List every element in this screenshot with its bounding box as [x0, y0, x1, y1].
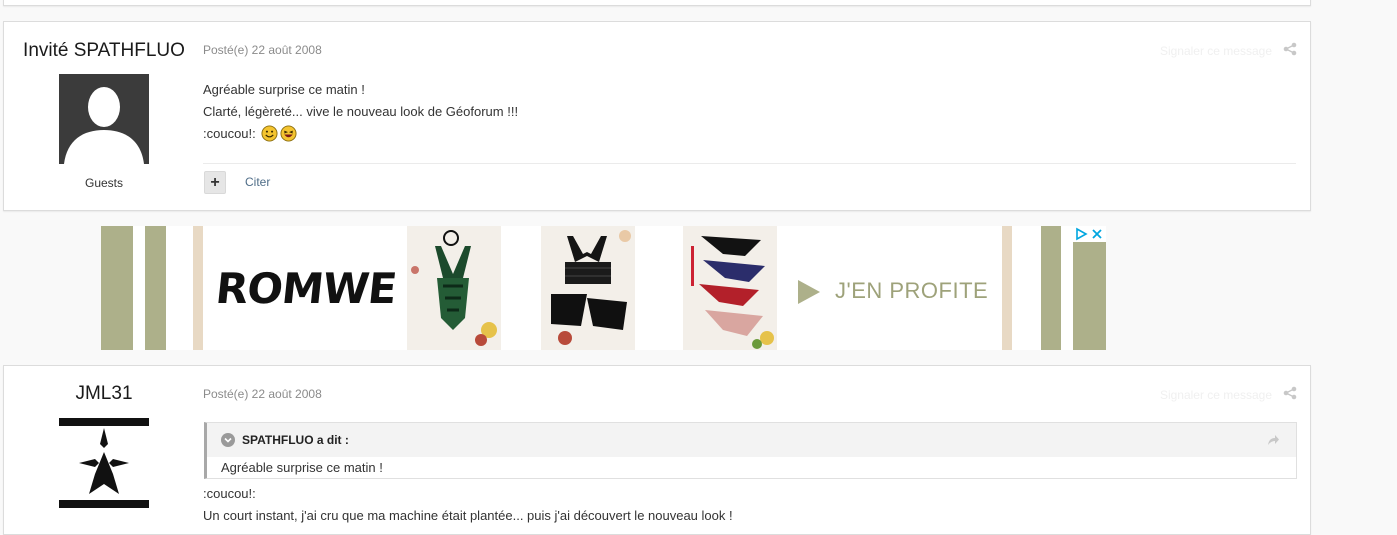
post-card: Invité SPATHFLUO Guests Posté(e) 22 août…: [3, 21, 1311, 211]
default-avatar-icon[interactable]: [59, 74, 149, 164]
quote-text: Agréable surprise ce matin !: [221, 460, 383, 475]
post-content: Agréable surprise ce matin ! Clarté, lég…: [203, 79, 518, 145]
post-line: Agréable surprise ce matin !: [203, 82, 365, 97]
laugh-icon: [280, 125, 297, 142]
quote-block: SPATHFLUO a dit : Agréable surprise ce m…: [204, 422, 1297, 479]
quote-author: SPATHFLUO a dit :: [242, 433, 349, 447]
ad-stripe: [193, 226, 203, 350]
multiquote-button[interactable]: +: [204, 171, 226, 194]
ad-stripe: [1073, 226, 1106, 350]
post-date[interactable]: Posté(e) 22 août 2008: [203, 387, 322, 401]
ad-stripe: [1041, 226, 1061, 350]
divider: [203, 163, 1296, 164]
ad-product-image[interactable]: [407, 226, 501, 350]
ad-product-image[interactable]: [541, 226, 635, 350]
post-card: JML31 Posté(e) 22 août 2008 Signaler ce …: [3, 365, 1311, 535]
author-name[interactable]: JML31: [4, 383, 204, 405]
share-icon[interactable]: [1283, 386, 1297, 400]
post-line: Clarté, légèreté... vive le nouveau look…: [203, 104, 519, 119]
chevron-down-icon[interactable]: [221, 433, 235, 447]
report-link[interactable]: Signaler ce message: [1160, 44, 1272, 58]
ad-product-image[interactable]: [683, 226, 777, 350]
ad-stripe: [145, 226, 166, 350]
post-date[interactable]: Posté(e) 22 août 2008: [203, 43, 322, 57]
post-line: Un court instant, j'ai cru que ma machin…: [203, 508, 733, 523]
post-line-text: :coucou!:: [203, 126, 256, 141]
quote-link-icon[interactable]: [1266, 433, 1280, 447]
hermine-flag-icon[interactable]: [59, 418, 149, 508]
report-link[interactable]: Signaler ce message: [1160, 388, 1272, 402]
smile-icon: [261, 125, 278, 142]
ad-stripe: [1002, 226, 1012, 350]
post-content: :coucou!: Un court instant, j'ai cru que…: [203, 483, 733, 527]
quote-button[interactable]: Citer: [245, 175, 270, 189]
ad-brand-logo[interactable]: ROMWE: [213, 264, 398, 313]
ad-banner[interactable]: ROMWE J'EN PROFITE: [101, 226, 1106, 350]
previous-post-card: [3, 0, 1311, 6]
ad-stripe: [101, 226, 133, 350]
author-name[interactable]: Invité SPATHFLUO: [4, 40, 204, 62]
post-line: :coucou!:: [203, 123, 518, 145]
share-icon[interactable]: [1283, 42, 1297, 56]
ad-choices-icon[interactable]: [1073, 226, 1106, 242]
post-line: :coucou!:: [203, 486, 256, 501]
ad-cta[interactable]: J'EN PROFITE: [835, 278, 988, 304]
quote-header: SPATHFLUO a dit :: [207, 423, 1296, 457]
play-icon: [798, 280, 820, 304]
member-group: Guests: [84, 176, 123, 190]
